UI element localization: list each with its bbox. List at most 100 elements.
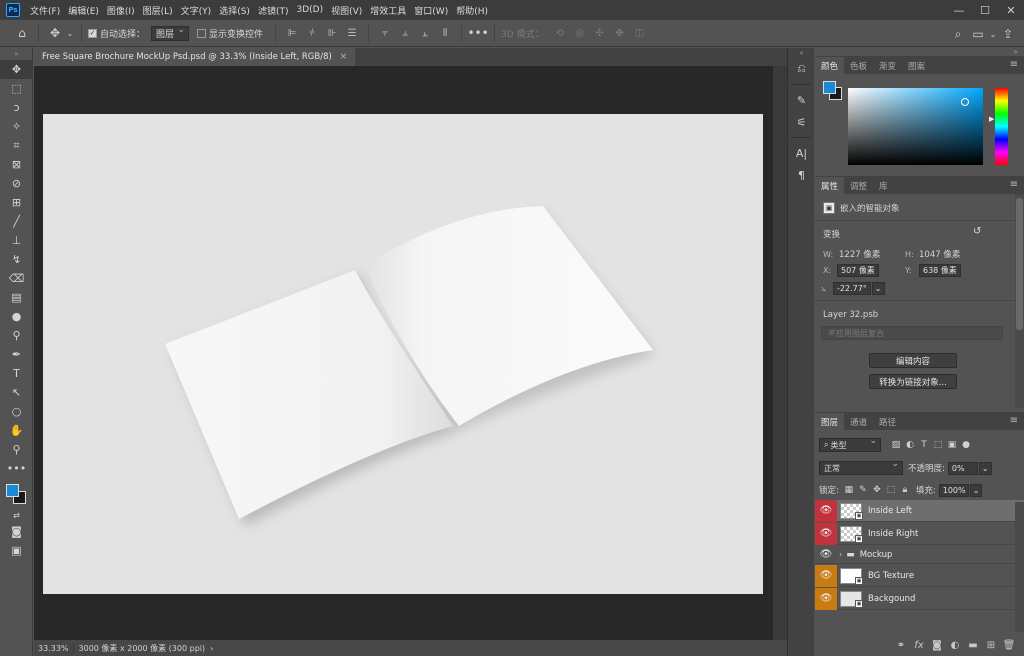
edit-contents-button[interactable]: 编辑内容: [869, 353, 957, 368]
more-tools-icon[interactable]: •••: [0, 459, 33, 478]
layer-comp-select[interactable]: 不应用图层复合: [821, 326, 1003, 340]
visibility-eye-icon[interactable]: 👁︎: [815, 587, 837, 610]
menu-image[interactable]: 图像(I): [103, 4, 139, 17]
layer-name[interactable]: Backgound: [868, 594, 915, 604]
align-vcenter-icon[interactable]: ⫨: [397, 25, 413, 41]
menu-help[interactable]: 帮助(H): [452, 4, 492, 17]
blur-tool-icon[interactable]: ●: [0, 307, 33, 326]
3d-camera-icon[interactable]: ◫: [632, 25, 648, 41]
link-layers-icon[interactable]: ⚭: [892, 640, 910, 651]
panel-foreground-swatch[interactable]: [823, 81, 836, 94]
tab-paths[interactable]: 路径: [873, 413, 902, 430]
filter-smart-object-icon[interactable]: ▣: [945, 438, 959, 452]
menu-select[interactable]: 选择(S): [215, 4, 254, 17]
menu-3d[interactable]: 3D(D): [292, 5, 327, 15]
tab-channels[interactable]: 通道: [844, 413, 873, 430]
expand-panels-icon[interactable]: «: [788, 48, 815, 58]
group-expand-chevron-icon[interactable]: ›: [839, 550, 842, 559]
layers-scrollbar[interactable]: [1015, 502, 1024, 632]
filter-type-icon[interactable]: T: [917, 438, 931, 452]
panel-menu-icon[interactable]: ≡: [1010, 59, 1018, 70]
adjust-sliders-icon[interactable]: ⚟: [788, 111, 815, 133]
ellipse-tool-icon[interactable]: ○: [0, 402, 33, 421]
hue-slider-arrow-icon[interactable]: ▶: [989, 115, 994, 123]
color-swatches[interactable]: [0, 478, 33, 508]
layer-row-background[interactable]: 👁︎ ▣ Backgound: [815, 587, 1024, 610]
status-menu-icon[interactable]: ›: [210, 644, 213, 653]
tab-adjustments[interactable]: 调整: [844, 177, 873, 194]
new-layer-icon[interactable]: ⊞: [982, 640, 1000, 651]
frame-tool-icon[interactable]: ⊠: [0, 155, 33, 174]
quick-mask-icon[interactable]: ◙: [0, 522, 33, 541]
paragraph-panel-icon[interactable]: ¶: [788, 164, 815, 186]
layer-row-bg-texture[interactable]: 👁︎ ▣ BG Texture: [815, 564, 1024, 587]
layer-row-inside-left[interactable]: 👁︎ ▣ Inside Left: [815, 499, 1024, 522]
layer-name[interactable]: BG Texture: [868, 571, 914, 581]
3d-drag-icon[interactable]: ✣: [592, 25, 608, 41]
close-window-icon[interactable]: ✕: [998, 0, 1024, 20]
eraser-tool-icon[interactable]: ⌫: [0, 269, 33, 288]
document-tab[interactable]: Free Square Brochure MockUp Psd.psd @ 33…: [34, 48, 355, 66]
menu-filter[interactable]: 滤镜(T): [254, 4, 293, 17]
layer-name[interactable]: Inside Right: [868, 529, 918, 539]
maximize-icon[interactable]: ☐: [972, 0, 998, 20]
magic-wand-tool-icon[interactable]: ✧: [0, 117, 33, 136]
menu-file[interactable]: 文件(F): [26, 4, 64, 17]
menu-type[interactable]: 文字(Y): [177, 4, 216, 17]
move-tool-icon[interactable]: ✥: [45, 23, 65, 43]
layer-row-inside-right[interactable]: 👁︎ ▣ Inside Right: [815, 522, 1024, 545]
x-input[interactable]: 507 像素: [837, 264, 879, 277]
filter-pixel-icon[interactable]: ▨: [889, 438, 903, 452]
history-panel-icon[interactable]: ⎌: [788, 58, 815, 80]
angle-input[interactable]: -22.77°: [833, 282, 871, 295]
dodge-tool-icon[interactable]: ⚲: [0, 326, 33, 345]
color-picker-cursor[interactable]: [961, 98, 969, 106]
healing-brush-tool-icon[interactable]: ⊞: [0, 193, 33, 212]
new-group-icon[interactable]: ▬: [964, 640, 982, 651]
pen-tool-icon[interactable]: ✒: [0, 345, 33, 364]
lock-transparent-icon[interactable]: ▦: [842, 483, 856, 497]
align-right-icon[interactable]: ⊪: [324, 25, 340, 41]
visibility-eye-icon[interactable]: 👁︎: [815, 522, 837, 545]
opacity-input[interactable]: 0%: [947, 461, 978, 475]
toolbar-collapse-icon[interactable]: »: [0, 48, 33, 60]
hue-slider[interactable]: [995, 88, 1008, 165]
y-input[interactable]: 638 像素: [919, 264, 961, 277]
brush-tool-icon[interactable]: ╱: [0, 212, 33, 231]
opacity-chevron-icon[interactable]: ⌄: [978, 461, 992, 475]
fill-input[interactable]: 100%: [938, 483, 969, 497]
crop-tool-icon[interactable]: ⌗: [0, 136, 33, 155]
tab-swatches[interactable]: 色板: [844, 57, 873, 74]
scrollbar-thumb[interactable]: [1016, 198, 1023, 330]
foreground-color-swatch[interactable]: [6, 484, 19, 497]
filter-adjustment-icon[interactable]: ◐: [903, 438, 917, 452]
canvas-vertical-scrollbar[interactable]: [773, 66, 787, 640]
character-panel-icon[interactable]: A|: [788, 142, 815, 164]
hand-tool-icon[interactable]: ✋: [0, 421, 33, 440]
search-icon[interactable]: ⌕: [948, 24, 968, 44]
close-tab-icon[interactable]: ×: [340, 52, 347, 62]
menu-plugins[interactable]: 增效工具: [366, 4, 410, 17]
menu-layer[interactable]: 图层(L): [139, 4, 177, 17]
panel-menu-icon[interactable]: ≡: [1010, 179, 1018, 190]
distribute-vertical-icon[interactable]: ⫴: [437, 25, 453, 41]
auto-select-checkbox[interactable]: ✓: [88, 28, 97, 38]
chevron-down-icon[interactable]: ⌄: [65, 23, 75, 43]
show-transform-checkbox[interactable]: [197, 28, 207, 38]
minimize-icon[interactable]: —: [946, 0, 972, 20]
panel-menu-icon[interactable]: ≡: [1010, 415, 1018, 426]
visibility-eye-icon[interactable]: 👁︎: [815, 499, 837, 522]
lock-artboard-icon[interactable]: ⬚: [884, 483, 898, 497]
align-bottom-icon[interactable]: ⫠: [417, 25, 433, 41]
workspace-icon[interactable]: ▭: [968, 24, 988, 44]
path-selection-tool-icon[interactable]: ↖: [0, 383, 33, 402]
menu-view[interactable]: 视图(V): [327, 4, 366, 17]
saturation-value-field[interactable]: [848, 88, 983, 165]
more-options-icon[interactable]: •••: [467, 23, 488, 43]
add-mask-icon[interactable]: ◙: [928, 640, 946, 651]
align-top-icon[interactable]: ⫧: [377, 25, 393, 41]
tab-patterns[interactable]: 图案: [902, 57, 931, 74]
marquee-tool-icon[interactable]: ⬚: [0, 79, 33, 98]
filter-shape-icon[interactable]: ⬚: [931, 438, 945, 452]
zoom-tool-icon[interactable]: ⚲: [0, 440, 33, 459]
